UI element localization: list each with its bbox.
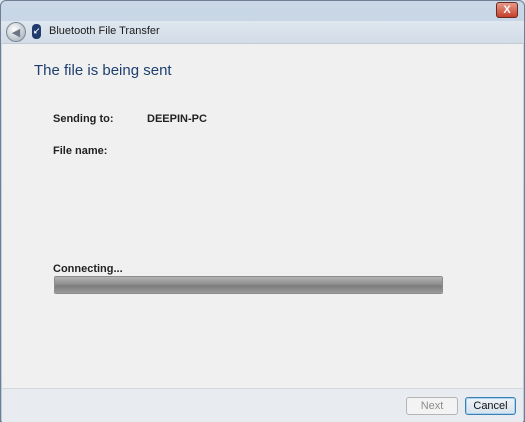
back-button[interactable]: ◀ (6, 22, 26, 42)
file-name-label: File name: (53, 145, 108, 157)
sending-to-value: DEEPIN-PC (147, 113, 207, 125)
dialog-window: X ◀ ⭩ Bluetooth File Transfer The file i… (0, 0, 525, 422)
window-title: Bluetooth File Transfer (49, 25, 160, 37)
wizard-header: ◀ ⭩ Bluetooth File Transfer (1, 21, 524, 44)
button-bar: Next Cancel (2, 388, 523, 422)
close-button[interactable]: X (496, 2, 518, 18)
progress-fill (55, 277, 442, 293)
wizard-content: The file is being sent Sending to: DEEPI… (2, 44, 523, 388)
back-arrow-icon: ◀ (11, 26, 21, 39)
cancel-button[interactable]: Cancel (465, 397, 516, 415)
close-icon: X (503, 4, 511, 16)
status-text: Connecting... (53, 263, 123, 275)
title-bar[interactable]: X (1, 1, 524, 21)
bluetooth-icon: ⭩ (32, 24, 41, 39)
next-button[interactable]: Next (406, 397, 458, 415)
progress-bar (54, 276, 443, 294)
sending-to-label: Sending to: (53, 113, 114, 125)
page-heading: The file is being sent (34, 62, 172, 79)
